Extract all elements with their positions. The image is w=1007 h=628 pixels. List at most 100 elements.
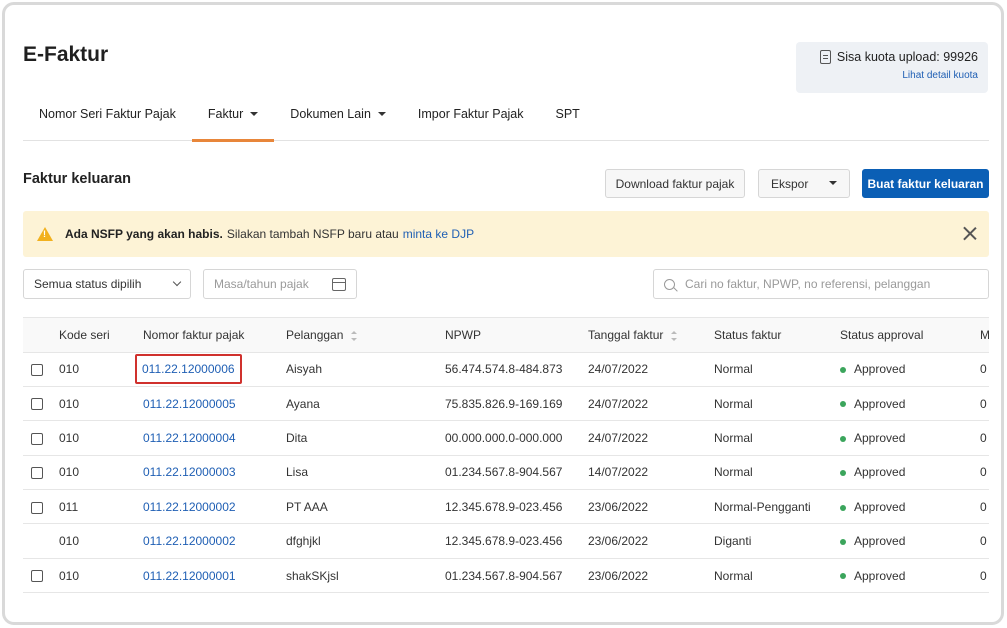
cell-pelanggan: shakSKjsl [280,558,439,594]
table-row[interactable]: 010 011.22.12000006 Aisyah 56.474.574.8-484… [23,352,989,387]
cell-npwp: 56.474.574.8-484.873 [439,352,582,387]
cell-npwp: 12.345.678.9-023.456 [439,489,582,525]
cell-status-faktur: Normal [708,386,834,422]
nomor-faktur-link[interactable]: 011.22.12000005 [143,397,236,411]
buat-faktur-button[interactable]: Buat faktur keluaran [862,169,989,198]
masa-pajak-input[interactable]: Masa/tahun pajak [203,269,357,299]
cell-kode-seri: 010 [53,455,137,491]
nomor-faktur-link[interactable]: 011.22.12000003 [143,465,236,479]
alert-bold-text: Ada NSFP yang akan habis. [65,227,223,241]
cell-status-faktur: Normal [708,455,834,491]
alert-text: Silakan tambah NSFP baru atau [226,227,399,241]
approved-dot-icon [840,470,846,477]
approved-dot-icon [840,573,846,580]
cell-pelanggan: dfghjkl [280,523,439,559]
table-row[interactable]: 010 011.22.12000004 Dita 00.000.000.0-000.0… [23,420,989,456]
cell-pelanggan: Lisa [280,455,439,491]
cell-m: 0 [974,558,989,594]
ekspor-dropdown[interactable]: Ekspor [758,169,850,198]
cell-m: 0 [974,386,989,422]
row-checkbox[interactable] [31,501,43,514]
cell-status-approval: Approved [854,568,906,583]
cell-kode-seri: 011 [53,489,137,525]
col-nomor-faktur: Nomor faktur pajak [137,318,280,353]
caret-down-icon [377,111,386,116]
minta-djp-link[interactable]: minta ke DJP [403,227,474,241]
section-title: Faktur keluaran [23,171,131,187]
tab-impor-faktur[interactable]: Impor Faktur Pajak [402,99,540,141]
cell-status-approval: Approved [854,396,906,411]
tab-dokumen-lain[interactable]: Dokumen Lain [274,99,402,141]
status-filter-select[interactable]: Semua status dipilih [23,269,191,299]
cell-tanggal: 24/07/2022 [582,352,708,387]
approved-dot-icon [840,504,846,511]
row-checkbox[interactable] [31,570,43,583]
row-checkbox[interactable] [31,364,43,377]
row-checkbox[interactable] [31,467,43,480]
col-pelanggan[interactable]: Pelanggan [280,318,439,353]
cell-status-approval: Approved [854,465,906,480]
cell-status-approval: Approved [854,499,906,514]
quota-detail-link[interactable]: Lihat detail kuota [808,70,978,81]
document-icon [819,50,831,64]
cell-m: 0 [974,489,989,525]
nomor-faktur-link[interactable]: 011.22.12000002 [143,500,236,514]
sort-icon[interactable] [351,330,358,341]
caret-down-icon [829,180,837,185]
tab-bar: Nomor Seri Faktur Pajak Faktur Dokumen L… [23,99,989,142]
cell-status-approval: Approved [854,534,906,549]
col-status-faktur: Status faktur [708,318,834,353]
tab-nomor-seri[interactable]: Nomor Seri Faktur Pajak [23,99,192,141]
approved-dot-icon [840,367,846,374]
row-checkbox[interactable] [31,398,43,411]
cell-m: 0 [974,420,989,456]
col-tanggal-faktur[interactable]: Tanggal faktur [582,318,708,353]
nomor-faktur-link[interactable]: 011.22.12000002 [143,534,236,548]
app-frame: E-Faktur Sisa kuota upload: 99926 Lihat … [2,2,1004,625]
table-row[interactable]: 011 011.22.12000002 PT AAA 12.345.678.9-023… [23,489,989,525]
cell-pelanggan: PT AAA [280,489,439,525]
cell-kode-seri: 010 [53,523,137,559]
approved-dot-icon [840,538,846,545]
cell-pelanggan: Aisyah [280,352,439,387]
cell-tanggal: 23/06/2022 [582,523,708,559]
cell-m: 0 [974,352,989,387]
approved-dot-icon [840,401,846,408]
calendar-icon[interactable] [332,277,346,291]
cell-npwp: 00.000.000.0-000.000 [439,420,582,456]
nomor-faktur-link[interactable]: 011.22.12000004 [143,431,236,445]
download-faktur-button[interactable]: Download faktur pajak [605,169,745,198]
cell-status-approval: Approved [854,362,906,377]
tab-spt[interactable]: SPT [540,99,596,141]
search-icon [664,278,675,290]
chevron-down-icon [172,277,182,287]
cell-status-faktur: Normal [708,420,834,456]
row-checkbox[interactable] [31,432,43,445]
sort-icon[interactable] [671,330,678,341]
col-npwp: NPWP [439,318,582,353]
table-row[interactable]: 010 011.22.12000001 shakSKjsl 01.234.567.8-… [23,558,989,594]
table-row[interactable]: 010 011.22.12000002 dfghjkl 12.345.678.9-02… [23,523,989,559]
col-m: M [974,318,989,353]
page-title: E-Faktur [23,43,109,66]
nomor-faktur-link[interactable]: 011.22.12000001 [143,569,236,583]
cell-kode-seri: 010 [53,352,137,387]
nomor-faktur-link[interactable]: 011.22.12000006 [142,362,235,376]
cell-kode-seri: 010 [53,386,137,422]
approved-dot-icon [840,435,846,442]
close-icon[interactable] [963,226,977,240]
quota-label: Sisa kuota upload: 99926 [836,50,978,64]
cell-pelanggan: Dita [280,420,439,456]
tab-faktur[interactable]: Faktur [191,99,275,142]
cell-kode-seri: 010 [53,558,137,594]
table-row[interactable]: 010 011.22.12000003 Lisa 01.234.567.8-904.5… [23,455,989,491]
cell-status-faktur: Normal [708,558,834,594]
cell-tanggal: 23/06/2022 [582,558,708,594]
cell-tanggal: 24/07/2022 [582,386,708,422]
cell-npwp: 75.835.826.9-169.169 [439,386,582,422]
cell-tanggal: 24/07/2022 [582,420,708,456]
cell-tanggal: 14/07/2022 [582,455,708,491]
cell-m: 0 [974,455,989,491]
search-input[interactable]: Cari no faktur, NPWP, no referensi, pela… [653,269,989,299]
table-row[interactable]: 010 011.22.12000005 Ayana 75.835.826.9-169.… [23,386,989,422]
